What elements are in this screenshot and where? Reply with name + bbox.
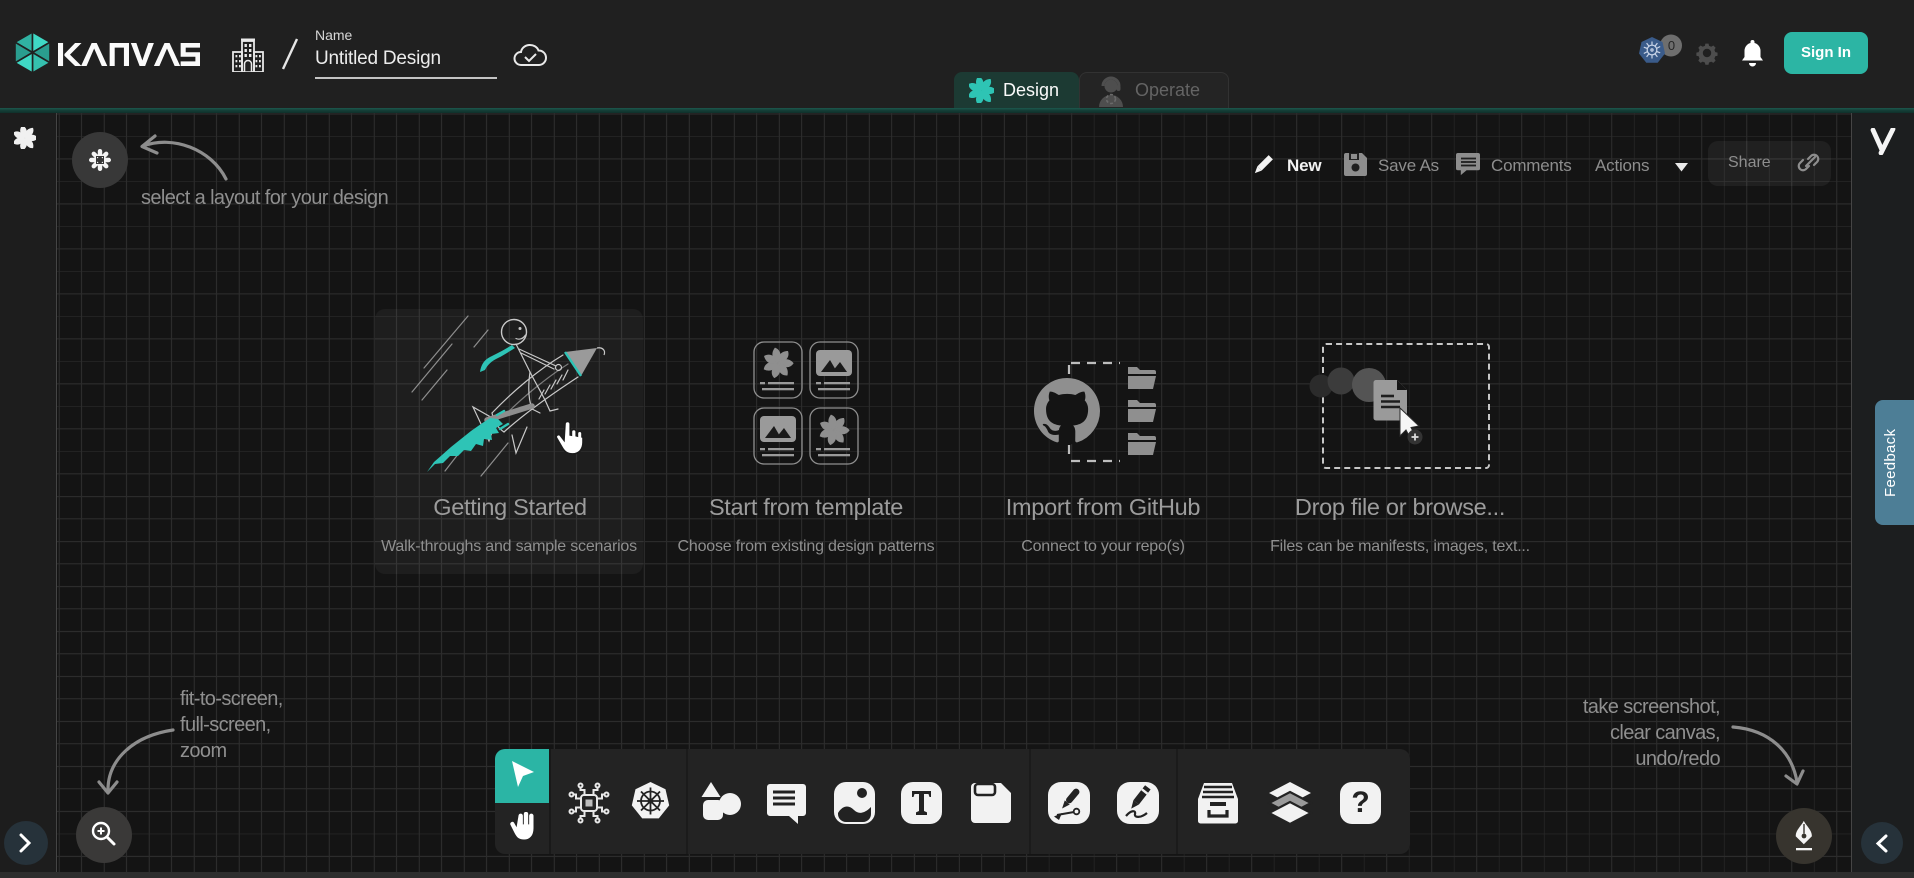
svg-text:?: ? [1351,786,1369,819]
svg-text:0: 0 [1668,38,1675,53]
